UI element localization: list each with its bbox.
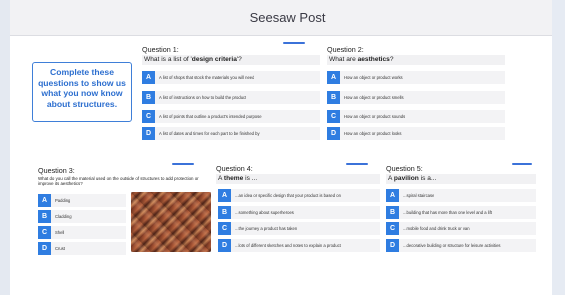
option-text: Padding xyxy=(55,198,71,203)
q4-option-d[interactable]: D ...lots of different sketches and note… xyxy=(218,239,380,252)
question-prompt: What is a list of 'design criteria'? xyxy=(142,55,320,65)
q1-option-a[interactable]: A A list of shops that stock the materia… xyxy=(142,71,320,84)
question-heading: Question 3: xyxy=(38,166,75,175)
q5-option-b[interactable]: B ...building that has more than one lev… xyxy=(386,206,536,219)
question-heading: Question 2: xyxy=(327,45,364,54)
option-letter: C xyxy=(386,222,399,235)
option-text: ...mobile food and drink truck or van xyxy=(403,226,470,231)
question-3: Question 3: What do you call the materia… xyxy=(38,166,214,187)
option-text: How an object or product looks xyxy=(344,131,402,136)
right-background-strip xyxy=(552,0,565,295)
option-text: ...spiral staircase xyxy=(403,193,435,198)
option-letter: D xyxy=(142,127,155,140)
option-letter: C xyxy=(218,222,231,235)
option-letter: C xyxy=(327,110,340,123)
q3-option-b[interactable]: B Cladding xyxy=(38,210,126,223)
left-background-strip xyxy=(0,0,10,295)
option-text: Cladding xyxy=(55,214,72,219)
q1-option-b[interactable]: B A list of instructions on how to build… xyxy=(142,91,320,104)
q1-option-d[interactable]: D A list of dates and times for each par… xyxy=(142,127,320,140)
cladding-photo xyxy=(131,192,211,252)
option-letter: A xyxy=(218,189,231,202)
q3-option-d[interactable]: D Crust xyxy=(38,242,126,255)
question-prompt: What are aesthetics? xyxy=(327,55,505,65)
question-heading: Question 4: xyxy=(216,164,253,173)
q4-option-b[interactable]: B ...something about superheroes xyxy=(218,206,380,219)
q5-option-a[interactable]: A ...spiral staircase xyxy=(386,189,536,202)
option-letter: B xyxy=(218,206,231,219)
q2-option-d[interactable]: D How an object or product looks xyxy=(327,127,505,140)
option-text: A list of points that outline a product'… xyxy=(159,114,262,119)
question-prompt: What do you call the material used on th… xyxy=(38,176,199,187)
option-letter: D xyxy=(218,239,231,252)
question-2: Question 2: What are aesthetics? xyxy=(327,45,505,65)
question-prompt: A pavilion is a... xyxy=(386,174,536,184)
q2-option-a[interactable]: A How an object or product works xyxy=(327,71,505,84)
option-text: ...decorative building or structure for … xyxy=(403,243,501,248)
option-text: ...an idea or specific design that your … xyxy=(235,193,341,198)
q5-option-d[interactable]: D ...decorative building or structure fo… xyxy=(386,239,536,252)
q1-option-c[interactable]: C A list of points that outline a produc… xyxy=(142,110,320,123)
question-5: Question 5: A pavilion is a... xyxy=(386,164,536,184)
option-letter: A xyxy=(386,189,399,202)
app-title: Seesaw Post xyxy=(249,10,326,25)
annotation-underline xyxy=(283,42,305,44)
option-text: Crust xyxy=(55,246,66,251)
option-letter: A xyxy=(38,194,51,207)
question-heading: Question 5: xyxy=(386,164,423,173)
option-text: ...lots of different sketches and notes … xyxy=(235,243,341,248)
option-text: How an object or product works xyxy=(344,75,403,80)
option-letter: B xyxy=(142,91,155,104)
question-1: Question 1: What is a list of 'design cr… xyxy=(142,45,320,65)
option-text: ...the journey a product has taken xyxy=(235,226,298,231)
option-letter: B xyxy=(38,210,51,223)
option-letter: A xyxy=(142,71,155,84)
q4-option-c[interactable]: C ...the journey a product has taken xyxy=(218,222,380,235)
option-letter: B xyxy=(327,91,340,104)
q3-option-a[interactable]: A Padding xyxy=(38,194,126,207)
option-letter: A xyxy=(327,71,340,84)
option-text: Shell xyxy=(55,230,65,235)
q4-option-a[interactable]: A ...an idea or specific design that you… xyxy=(218,189,380,202)
option-letter: D xyxy=(386,239,399,252)
question-heading: Question 1: xyxy=(142,45,179,54)
option-text: ...building that has more than one level… xyxy=(403,210,492,215)
option-text: A list of shops that stock the materials… xyxy=(159,75,255,80)
annotation-underline xyxy=(346,163,368,165)
option-letter: B xyxy=(386,206,399,219)
q2-option-b[interactable]: B How an object or product smells xyxy=(327,91,505,104)
q2-option-c[interactable]: C How an object or product sounds xyxy=(327,110,505,123)
option-text: A list of dates and times for each part … xyxy=(159,131,260,136)
option-letter: D xyxy=(327,127,340,140)
annotation-underline xyxy=(172,163,194,165)
option-text: How an object or product smells xyxy=(344,95,404,100)
annotation-underline xyxy=(512,163,532,165)
option-letter: C xyxy=(142,110,155,123)
option-text: A list of instructions on how to build t… xyxy=(159,95,247,100)
intro-callout: Complete these questions to show us what… xyxy=(32,62,132,122)
question-prompt: A theme is ... xyxy=(216,174,380,184)
question-4: Question 4: A theme is ... xyxy=(216,164,380,184)
option-letter: C xyxy=(38,226,51,239)
q5-option-c[interactable]: C ...mobile food and drink truck or van xyxy=(386,222,536,235)
q3-option-c[interactable]: C Shell xyxy=(38,226,126,239)
option-letter: D xyxy=(38,242,51,255)
option-text: ...something about superheroes xyxy=(235,210,294,215)
option-text: How an object or product sounds xyxy=(344,114,406,119)
title-bar: Seesaw Post xyxy=(10,0,565,36)
